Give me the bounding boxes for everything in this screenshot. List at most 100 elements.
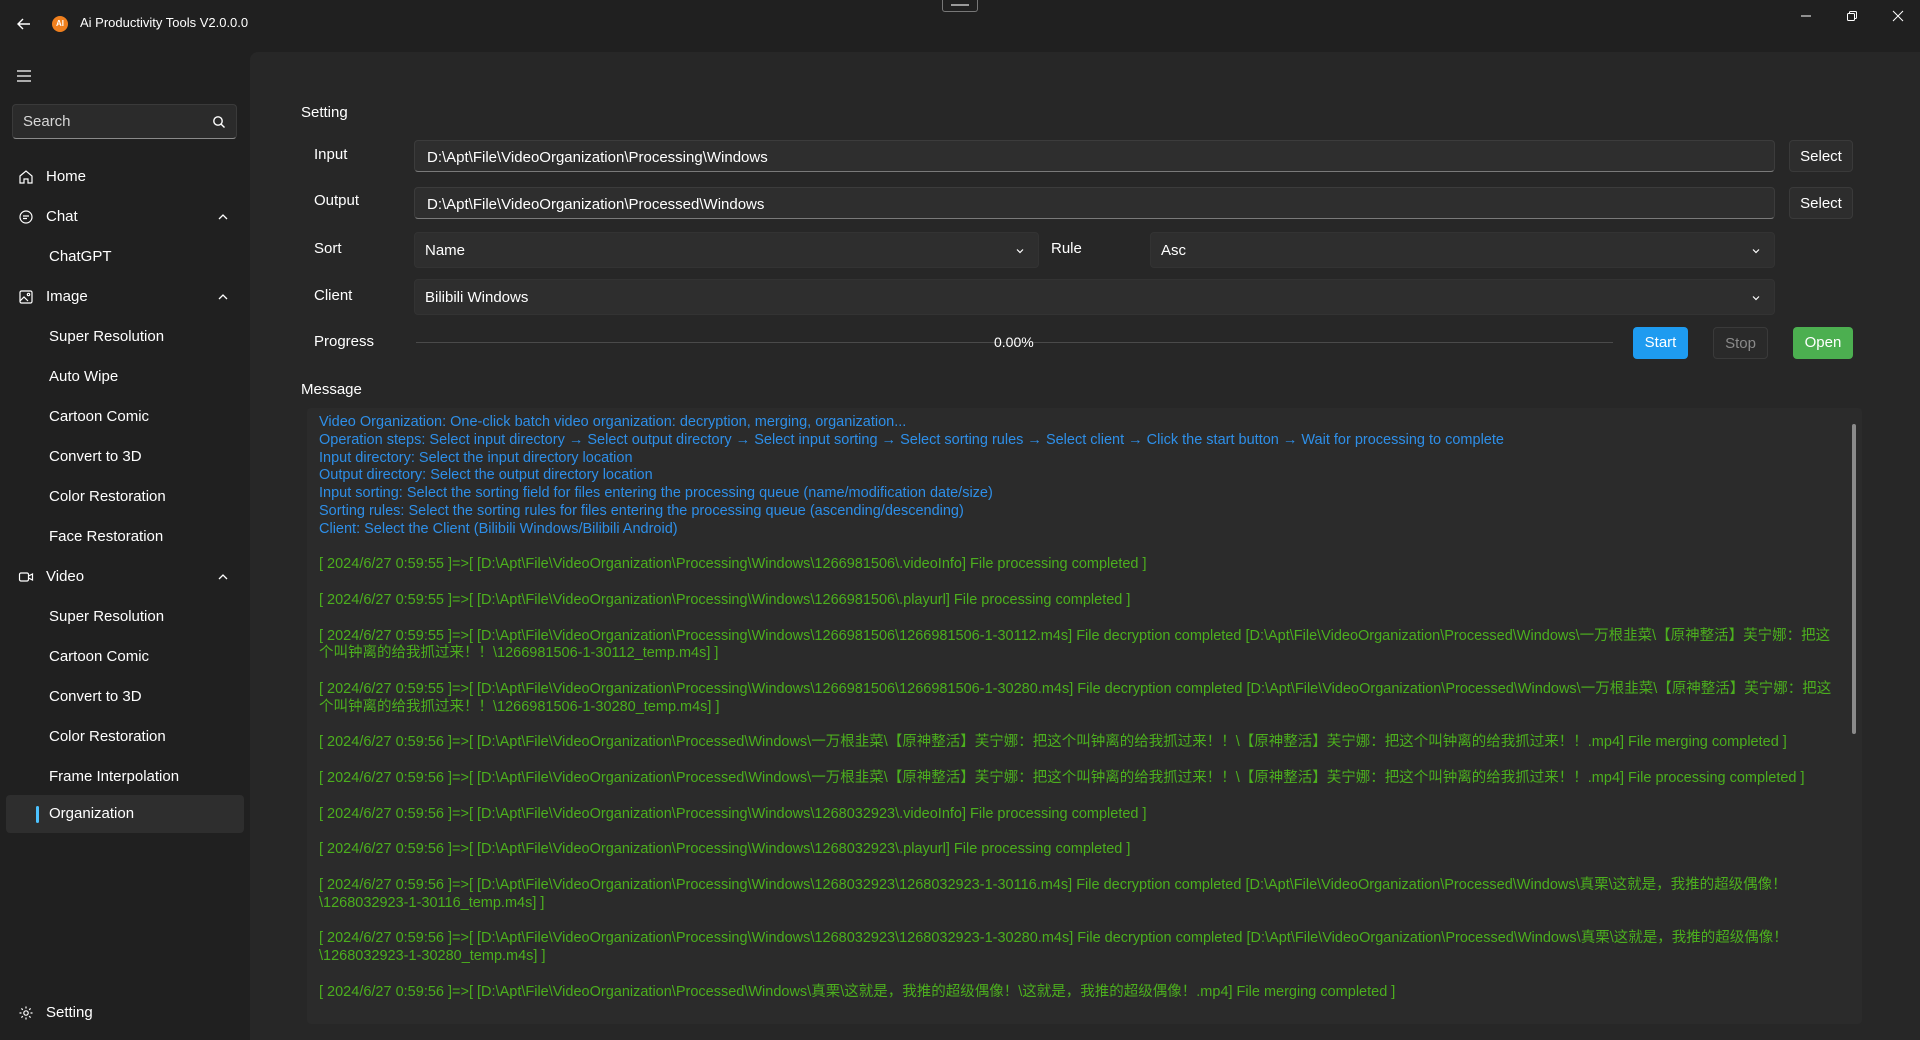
message-scrollbar[interactable] bbox=[1852, 424, 1856, 734]
sort-dropdown[interactable]: Name bbox=[414, 232, 1039, 268]
sidebar-item-label: Super Resolution bbox=[49, 328, 165, 345]
rule-dropdown[interactable]: Asc bbox=[1150, 232, 1775, 268]
message-log[interactable]: Video Organization: One-click batch vide… bbox=[307, 408, 1862, 1024]
search-box[interactable] bbox=[12, 104, 237, 139]
chevron-down-icon bbox=[1752, 249, 1760, 254]
client-dropdown[interactable]: Bilibili Windows bbox=[414, 279, 1775, 315]
progress-percent: 0.00% bbox=[994, 334, 1034, 350]
sidebar-item-organization[interactable]: Organization bbox=[6, 795, 244, 833]
message-section-title: Message bbox=[301, 381, 362, 398]
message-content: Video Organization: One-click batch vide… bbox=[319, 414, 1839, 1001]
sidebar-item-label: Organization bbox=[49, 805, 135, 822]
log-line: [ 2024/6/27 0:59:56 ]=>[ [D:\Apt\File\Vi… bbox=[319, 876, 1787, 911]
log-line: [ 2024/6/27 0:59:56 ]=>[ [D:\Apt\File\Vi… bbox=[319, 930, 1788, 964]
sort-value: Name bbox=[425, 242, 466, 259]
main-content: Setting Input D:\Apt\File\VideoOrganizat… bbox=[250, 52, 1920, 1040]
sidebar: Home Chat ChatGPT Image Super Resolution… bbox=[0, 48, 250, 1040]
arrow-left-icon bbox=[17, 18, 30, 30]
video-icon bbox=[18, 572, 34, 582]
stop-button[interactable]: Stop bbox=[1713, 327, 1768, 359]
output-path-field[interactable]: D:\Apt\File\VideoOrganization\Processed\… bbox=[414, 187, 1775, 219]
open-button[interactable]: Open bbox=[1793, 327, 1853, 359]
sidebar-item-label: Color Restoration bbox=[49, 488, 166, 505]
chevron-up-icon bbox=[218, 214, 228, 220]
home-icon bbox=[19, 170, 33, 184]
sidebar-item-video-super-resolution[interactable]: Super Resolution bbox=[6, 598, 244, 636]
sidebar-item-video[interactable]: Video bbox=[6, 558, 244, 596]
menu-toggle-button[interactable] bbox=[14, 66, 34, 86]
chevron-down-icon bbox=[1752, 296, 1760, 301]
log-line: [ 2024/6/27 0:59:55 ]=>[ [D:\Apt\File\Vi… bbox=[319, 680, 1832, 715]
input-select-button[interactable]: Select bbox=[1789, 140, 1853, 172]
minimize-icon bbox=[1801, 15, 1811, 17]
info-line: Sorting rules: Select the sorting rules … bbox=[319, 502, 964, 519]
sidebar-item-label: Super Resolution bbox=[49, 608, 165, 625]
sort-label: Sort bbox=[314, 240, 342, 257]
sidebar-item-label: Home bbox=[46, 168, 87, 185]
info-line: Input directory: Select the input direct… bbox=[319, 449, 633, 466]
log-line: [ 2024/6/27 0:59:55 ]=>[ [D:\Apt\File\Vi… bbox=[319, 591, 1131, 608]
minimize-button[interactable] bbox=[1783, 0, 1829, 32]
progress-label: Progress bbox=[314, 333, 375, 350]
sidebar-item-chat[interactable]: Chat bbox=[6, 198, 244, 236]
sidebar-item-video-convert-3d[interactable]: Convert to 3D bbox=[6, 678, 244, 716]
sidebar-item-image-cartoon-comic[interactable]: Cartoon Comic bbox=[6, 398, 244, 436]
output-label: Output bbox=[314, 192, 360, 209]
log-line: [ 2024/6/27 0:59:56 ]=>[ [D:\Apt\File\Vi… bbox=[319, 805, 1147, 822]
sidebar-item-label: Cartoon Comic bbox=[49, 408, 150, 425]
info-line: Video Organization: One-click batch vide… bbox=[319, 414, 907, 430]
close-button[interactable] bbox=[1875, 0, 1920, 32]
close-icon bbox=[1892, 10, 1904, 22]
sidebar-item-label: Convert to 3D bbox=[49, 688, 142, 705]
info-line: Input sorting: Select the sorting field … bbox=[319, 485, 993, 502]
log-line: [ 2024/6/27 0:59:55 ]=>[ [D:\Apt\File\Vi… bbox=[319, 627, 1831, 662]
sidebar-item-home[interactable]: Home bbox=[6, 158, 244, 196]
sidebar-item-label: Face Restoration bbox=[49, 528, 164, 545]
input-path-field[interactable]: D:\Apt\File\VideoOrganization\Processing… bbox=[414, 140, 1775, 172]
back-button[interactable] bbox=[14, 14, 34, 34]
start-button[interactable]: Start bbox=[1633, 327, 1688, 359]
sidebar-item-setting[interactable]: Setting bbox=[6, 994, 244, 1032]
sidebar-item-video-cartoon-comic[interactable]: Cartoon Comic bbox=[6, 638, 244, 676]
log-line: [ 2024/6/27 0:59:56 ]=>[ [D:\Apt\File\Vi… bbox=[319, 734, 1787, 751]
sidebar-item-frame-interpolation[interactable]: Frame Interpolation bbox=[6, 758, 244, 796]
sidebar-item-label: Cartoon Comic bbox=[49, 648, 150, 665]
sidebar-item-label: Frame Interpolation bbox=[49, 768, 180, 785]
info-line: Output directory: Select the output dire… bbox=[319, 467, 653, 484]
sidebar-item-label: Video bbox=[46, 568, 85, 585]
info-line: Operation steps: Select input directory … bbox=[319, 431, 1504, 448]
sidebar-item-auto-wipe[interactable]: Auto Wipe bbox=[6, 358, 244, 396]
title-bar: AI Ai Productivity Tools V2.0.0.0 bbox=[0, 0, 1920, 48]
restore-button[interactable] bbox=[1829, 0, 1875, 32]
app-logo: AI bbox=[52, 16, 68, 32]
drag-handle[interactable] bbox=[942, 0, 978, 12]
sidebar-item-image-convert-3d[interactable]: Convert to 3D bbox=[6, 438, 244, 476]
image-icon bbox=[19, 290, 33, 304]
app-title: Ai Productivity Tools V2.0.0.0 bbox=[80, 15, 249, 30]
selection-indicator bbox=[36, 806, 39, 823]
sidebar-item-label: Image bbox=[46, 288, 88, 305]
chevron-up-icon bbox=[218, 574, 228, 580]
client-label: Client bbox=[314, 287, 353, 304]
search-input[interactable] bbox=[23, 113, 203, 130]
chevron-up-icon bbox=[218, 294, 228, 300]
sidebar-item-label: Chat bbox=[46, 208, 78, 225]
log-line: [ 2024/6/27 0:59:56 ]=>[ [D:\Apt\File\Vi… bbox=[319, 841, 1131, 858]
log-line: [ 2024/6/27 0:59:56 ]=>[ [D:\Apt\File\Vi… bbox=[319, 769, 1805, 786]
sidebar-item-label: Convert to 3D bbox=[49, 448, 142, 465]
restore-icon bbox=[1847, 11, 1857, 21]
info-line: Client: Select the Client (Bilibili Wind… bbox=[319, 520, 678, 537]
rule-value: Asc bbox=[1161, 242, 1187, 259]
search-icon[interactable] bbox=[212, 115, 226, 129]
gear-icon bbox=[19, 1006, 33, 1020]
sidebar-item-image[interactable]: Image bbox=[6, 278, 244, 316]
chevron-down-icon bbox=[1016, 249, 1024, 254]
log-line: [ 2024/6/27 0:59:56 ]=>[ [D:\Apt\File\Vi… bbox=[319, 983, 1396, 1000]
sidebar-item-image-super-resolution[interactable]: Super Resolution bbox=[6, 318, 244, 356]
sidebar-item-image-color-restoration[interactable]: Color Restoration bbox=[6, 478, 244, 516]
sidebar-item-chatgpt[interactable]: ChatGPT bbox=[6, 238, 244, 276]
sidebar-item-label: Auto Wipe bbox=[49, 368, 119, 385]
output-select-button[interactable]: Select bbox=[1789, 187, 1853, 219]
sidebar-item-face-restoration[interactable]: Face Restoration bbox=[6, 518, 244, 556]
sidebar-item-video-color-restoration[interactable]: Color Restoration bbox=[6, 718, 244, 756]
